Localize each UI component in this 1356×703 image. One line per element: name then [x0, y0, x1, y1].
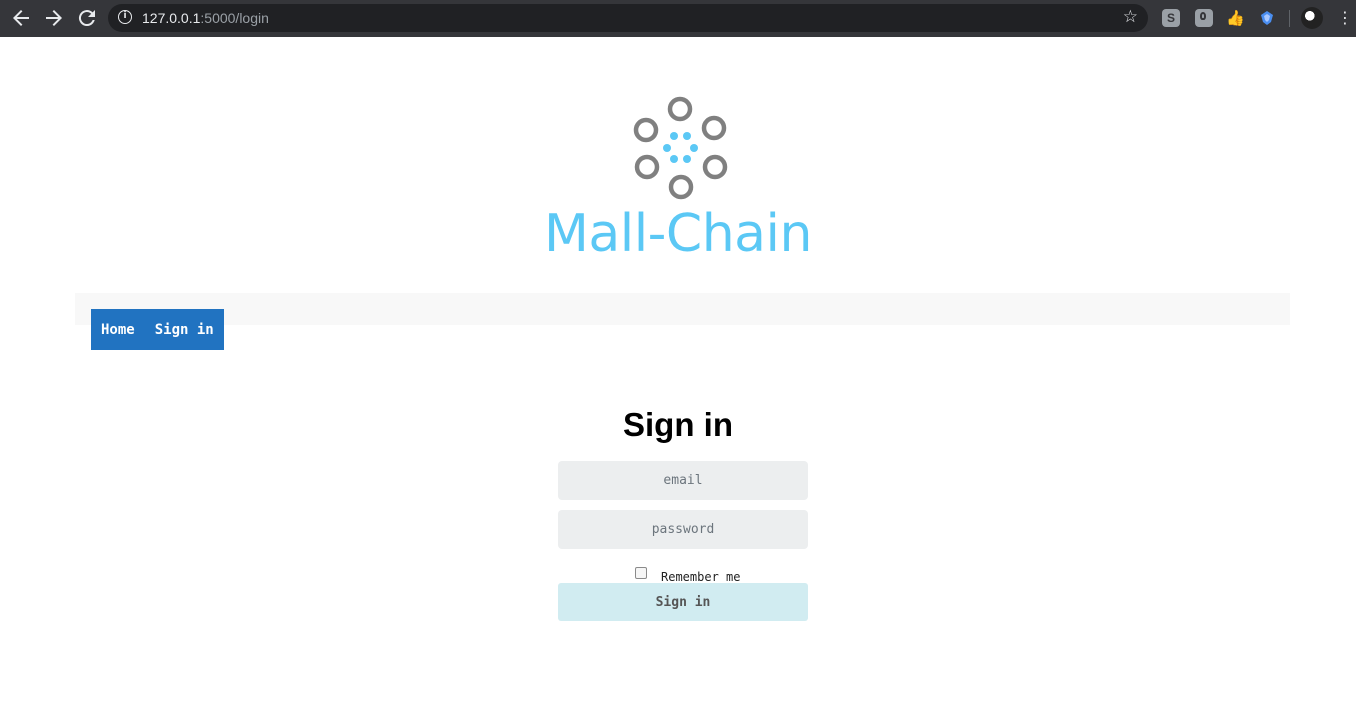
star-icon[interactable]: ☆: [1123, 7, 1138, 27]
forward-button[interactable]: [42, 6, 66, 30]
profile-avatar[interactable]: [1301, 7, 1323, 29]
email-field[interactable]: [558, 461, 808, 500]
sign-in-button[interactable]: Sign in: [558, 583, 808, 621]
arrow-right-icon: [46, 10, 62, 26]
url-text[interactable]: 127.0.0.1:5000/login: [142, 10, 269, 26]
thumbs-up-extension-icon[interactable]: 👍: [1226, 9, 1245, 27]
page-title: Sign in: [623, 406, 733, 443]
nav-link-home[interactable]: Home: [101, 322, 135, 338]
remember-me-row: Remember me: [635, 562, 740, 584]
nav-menu: Home Sign in: [91, 309, 224, 350]
remember-me-label[interactable]: Remember me: [661, 570, 740, 584]
navbar: [75, 293, 1290, 325]
back-button[interactable]: [9, 6, 33, 30]
url-host: 127.0.0.1: [142, 10, 201, 26]
info-icon[interactable]: i: [118, 10, 132, 24]
arrow-left-icon: [13, 10, 29, 26]
shield-icon: [1261, 11, 1273, 25]
browser-toolbar: i 127.0.0.1:5000/login ☆ S 👍 ⋮: [0, 0, 1356, 37]
toolbar-divider: [1289, 10, 1290, 27]
shield-extension-icon[interactable]: [1258, 9, 1276, 27]
skype-extension-icon[interactable]: S: [1162, 9, 1180, 27]
address-bar[interactable]: i 127.0.0.1:5000/login ☆: [108, 4, 1148, 32]
mall-chain-logo: [633, 96, 728, 200]
nav-link-sign-in[interactable]: Sign in: [155, 322, 214, 338]
lightbulb-extension-icon[interactable]: [1195, 9, 1213, 27]
brand-name: Mall-Chain: [544, 204, 812, 264]
password-field[interactable]: [558, 510, 808, 549]
kebab-menu-icon[interactable]: ⋮: [1337, 8, 1353, 28]
remember-me-checkbox[interactable]: [635, 567, 647, 579]
reload-button[interactable]: [75, 6, 99, 30]
url-path: :5000/login: [200, 10, 269, 26]
reload-icon: [78, 10, 95, 27]
